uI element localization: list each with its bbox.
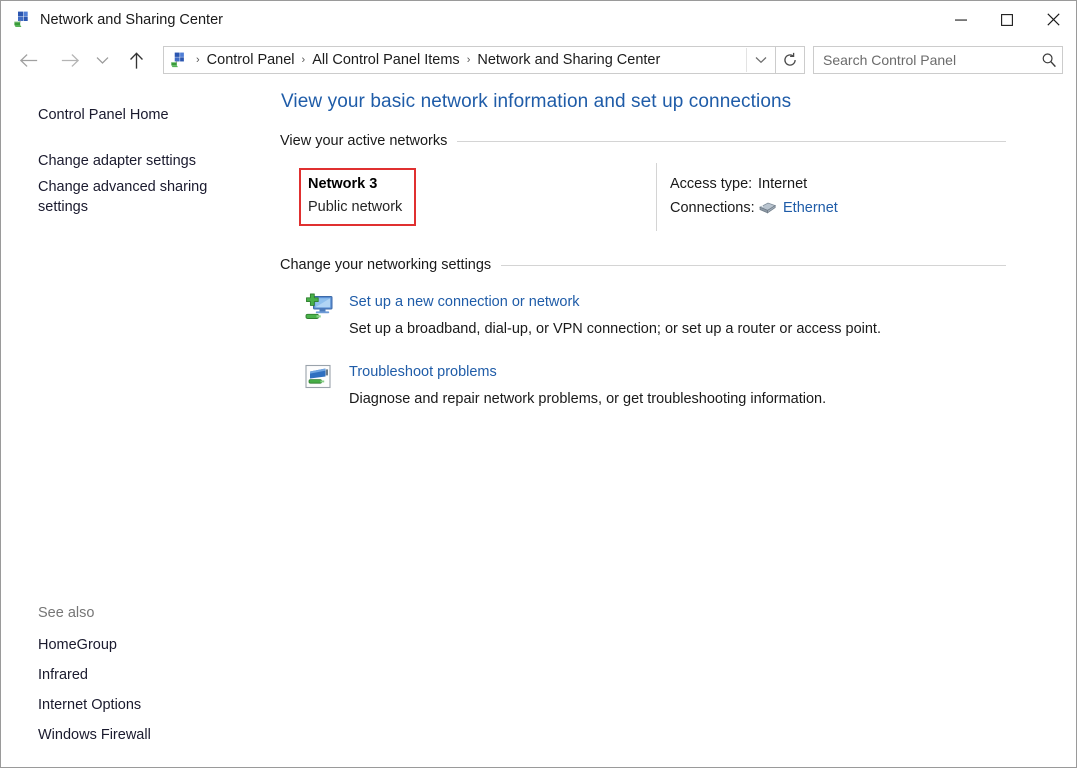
minimize-button[interactable] (938, 1, 984, 38)
new-connection-icon (301, 291, 335, 325)
task-set-up-new-connection: Set up a new connection or network Set u… (280, 291, 1076, 339)
troubleshoot-problems-link[interactable]: Troubleshoot problems (349, 364, 497, 380)
up-button[interactable] (121, 45, 151, 75)
breadcrumb-item-network-and-sharing-center[interactable]: Network and Sharing Center (473, 52, 664, 68)
forward-button[interactable] (55, 45, 85, 75)
sidebar: Control Panel Home Change adapter settin… (1, 82, 280, 767)
sidebar-item-change-advanced-sharing-settings[interactable]: Change advanced sharing settings (1, 174, 253, 220)
see-also-section: See also HomeGroup Infrared Internet Opt… (1, 603, 280, 750)
vertical-divider (656, 163, 657, 231)
content-area: Control Panel Home Change adapter settin… (1, 82, 1076, 767)
access-type-value: Internet (758, 176, 808, 192)
task-title: Set up a new connection or network (349, 292, 881, 312)
close-button[interactable] (1030, 1, 1076, 38)
task-troubleshoot-problems: Troubleshoot problems Diagnose and repai… (280, 361, 1076, 409)
troubleshoot-icon (301, 361, 335, 395)
sidebar-item-infrared[interactable]: Infrared (1, 660, 253, 690)
network-name[interactable]: Network 3 (308, 176, 377, 192)
sidebar-item-change-adapter-settings[interactable]: Change adapter settings (1, 148, 253, 174)
search-icon[interactable] (1036, 48, 1062, 72)
change-settings-section-header: Change your networking settings (280, 257, 1076, 273)
main-panel: View your basic network information and … (280, 82, 1076, 767)
network-and-sharing-center-window: Network and Sharing Center › Control Pan… (0, 0, 1077, 768)
recent-locations-button[interactable] (91, 45, 113, 75)
active-networks-label: View your active networks (280, 133, 448, 149)
sidebar-item-control-panel-home[interactable]: Control Panel Home (1, 102, 253, 128)
detail-row-connections: Connections: Ethernet (670, 196, 838, 220)
breadcrumb: › Control Panel › All Control Panel Item… (193, 52, 746, 68)
page-title: View your basic network information and … (281, 91, 792, 112)
chevron-down-icon[interactable] (746, 48, 775, 72)
ethernet-link[interactable]: Ethernet (783, 200, 838, 216)
sidebar-item-internet-options[interactable]: Internet Options (1, 690, 253, 720)
breadcrumb-separator: › (301, 53, 306, 66)
access-type-label: Access type: (670, 176, 753, 192)
search-box[interactable] (813, 46, 1063, 74)
breadcrumb-separator: › (196, 53, 200, 66)
see-also-title: See also (38, 605, 95, 621)
section-divider (501, 264, 1006, 266)
search-input[interactable] (814, 52, 1036, 68)
window-controls (938, 1, 1076, 38)
navigation-bar: › Control Panel › All Control Panel Item… (1, 38, 1076, 82)
active-networks-section-header: View your active networks (280, 133, 1076, 149)
task-description: Diagnose and repair network problems, or… (349, 391, 827, 407)
task-description: Set up a broadband, dial-up, or VPN conn… (349, 321, 881, 337)
set-up-new-connection-link[interactable]: Set up a new connection or network (349, 294, 580, 310)
task-body: Troubleshoot problems Diagnose and repai… (349, 361, 826, 409)
ethernet-icon (758, 201, 777, 215)
maximize-button[interactable] (984, 1, 1030, 38)
connections-label: Connections: (670, 200, 755, 216)
refresh-button[interactable] (776, 46, 805, 74)
task-body: Set up a new connection or network Set u… (349, 291, 881, 339)
back-button[interactable] (13, 45, 43, 75)
network-sharing-icon (13, 11, 31, 29)
change-settings-label: Change your networking settings (280, 257, 492, 273)
window-title: Network and Sharing Center (40, 11, 223, 28)
section-divider (457, 140, 1006, 142)
breadcrumb-item-all-control-panel-items[interactable]: All Control Panel Items (308, 52, 463, 68)
sidebar-item-windows-firewall[interactable]: Windows Firewall (1, 720, 253, 750)
breadcrumb-item-control-panel[interactable]: Control Panel (203, 52, 299, 68)
network-details: Access type: Internet Connections: Ether… (670, 172, 838, 220)
network-sharing-icon (170, 52, 187, 69)
sidebar-item-homegroup[interactable]: HomeGroup (1, 630, 253, 660)
active-network-row: Network 3 Public network Access type: In… (280, 163, 1076, 237)
detail-row-access-type: Access type: Internet (670, 172, 838, 196)
task-title: Troubleshoot problems (349, 362, 826, 382)
title-bar: Network and Sharing Center (1, 1, 1076, 38)
network-type: Public network (308, 199, 403, 215)
address-bar[interactable]: › Control Panel › All Control Panel Item… (163, 46, 776, 74)
title-bar-left: Network and Sharing Center (1, 11, 938, 29)
connections-value: Ethernet (758, 200, 838, 216)
breadcrumb-separator: › (466, 53, 471, 66)
